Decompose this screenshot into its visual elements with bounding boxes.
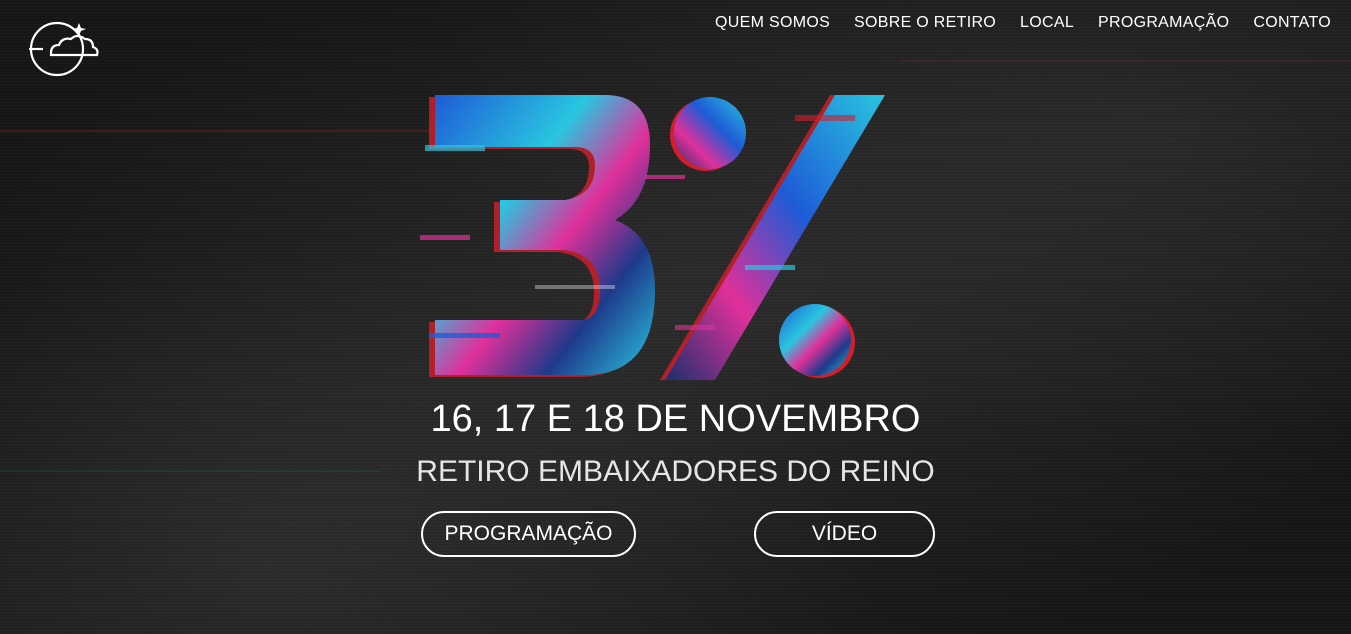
nav-item-programacao[interactable]: PROGRAMAÇÃO xyxy=(1098,14,1229,32)
hero-section: QUEM SOMOS SOBRE O RETIRO LOCAL PROGRAMA… xyxy=(0,0,1351,634)
glitch-line xyxy=(900,60,1351,62)
nav-item-quem-somos[interactable]: QUEM SOMOS xyxy=(715,14,830,32)
top-navigation: QUEM SOMOS SOBRE O RETIRO LOCAL PROGRAMA… xyxy=(715,14,1331,32)
site-logo[interactable] xyxy=(29,19,103,79)
glitch-3-percent-artwork xyxy=(420,95,885,380)
cloud-moon-star-icon xyxy=(29,21,99,77)
nav-item-sobre-o-retiro[interactable]: SOBRE O RETIRO xyxy=(854,14,996,32)
event-subtitle: RETIRO EMBAIXADORES DO REINO xyxy=(416,455,935,488)
glitch-line xyxy=(0,130,430,132)
video-button[interactable]: VÍDEO xyxy=(754,511,935,557)
programacao-button[interactable]: PROGRAMAÇÃO xyxy=(421,511,636,557)
event-dates: 16, 17 E 18 DE NOVEMBRO xyxy=(430,398,921,440)
nav-item-contato[interactable]: CONTATO xyxy=(1253,14,1331,32)
nav-item-local[interactable]: LOCAL xyxy=(1020,14,1074,32)
